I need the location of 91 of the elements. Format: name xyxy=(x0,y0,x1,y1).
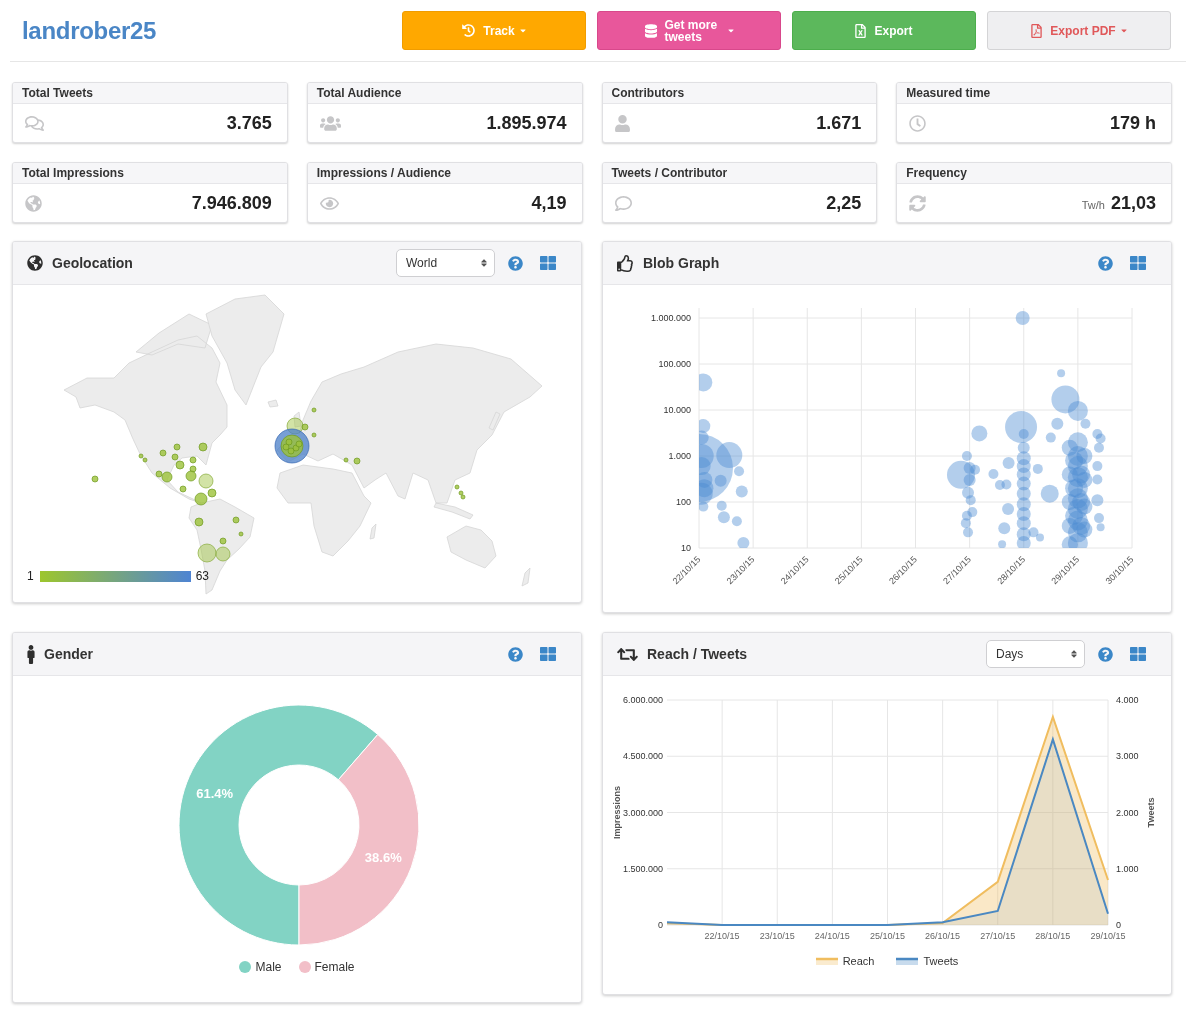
x-axis-label: 22/10/15 xyxy=(704,931,740,941)
thumbs-up-icon xyxy=(617,254,634,272)
pdf-file-icon xyxy=(1031,23,1043,38)
location-bubble xyxy=(91,475,99,483)
stat-label: Impressions / Audience xyxy=(316,165,451,182)
stat-label: Contributors xyxy=(611,85,685,102)
database-icon xyxy=(644,23,657,38)
scale-min-label: 1 xyxy=(27,568,34,585)
panel-title: Reach / Tweets xyxy=(647,644,748,664)
help-icon[interactable] xyxy=(508,255,523,271)
stat-value: 7.946.809 xyxy=(191,191,272,215)
stat-label: Frequency xyxy=(906,165,967,182)
y-axis-label: 0 xyxy=(1116,920,1121,930)
x-axis-label: 24/10/15 xyxy=(814,931,850,941)
stat-label: Tweets / Contributor xyxy=(611,165,728,182)
logo-text: landrober25 xyxy=(22,15,157,46)
refresh-icon xyxy=(909,194,927,212)
y-axis-label: 4.500.000 xyxy=(622,751,663,762)
y-axis-label: 10.000 xyxy=(663,405,691,415)
dropdown-select[interactable]: Days xyxy=(986,640,1085,668)
slice-value-label: 61.4% xyxy=(196,786,234,802)
panel-title: Blob Graph xyxy=(643,253,720,273)
x-axis-label: 26/10/15 xyxy=(925,931,961,941)
y-axis-label: 2.000 xyxy=(1116,807,1139,818)
slice-value-label: 38.6% xyxy=(364,849,402,865)
legend-label[interactable]: Tweets xyxy=(923,952,959,970)
eye-icon xyxy=(319,194,339,212)
y-axis-label: 6.000.000 xyxy=(622,695,663,705)
stat-label: Total Impressions xyxy=(22,165,124,182)
y-axis-label: 100.000 xyxy=(658,359,691,369)
x-axis-label: 27/10/15 xyxy=(980,931,1016,941)
y-axis-label: 100 xyxy=(675,497,691,507)
panel-title: Gender xyxy=(44,644,93,664)
stat-value: 179 h xyxy=(1109,111,1156,135)
legend-label[interactable]: Male xyxy=(255,958,282,976)
y-axis-label: 0 xyxy=(658,920,663,930)
location-bubble xyxy=(179,485,187,493)
x-axis-label: 29/10/15 xyxy=(1090,931,1126,941)
dropdown-select[interactable]: World xyxy=(396,249,495,277)
stat-value: 3.765 xyxy=(226,111,272,135)
stat-value: 4,19 xyxy=(531,191,567,215)
globe-icon xyxy=(25,194,42,212)
user-icon xyxy=(614,114,630,132)
stat-value: 1.895.974 xyxy=(486,111,567,135)
y-axis-label: 1.000 xyxy=(1116,863,1139,874)
stat-value: 1.671 xyxy=(816,111,862,135)
location-bubble xyxy=(311,407,317,413)
location-bubble xyxy=(197,543,217,563)
y-axis-title: Tweets xyxy=(1146,797,1156,828)
help-icon[interactable] xyxy=(508,646,523,662)
sort-arrows-icon xyxy=(481,258,487,268)
comments-icon xyxy=(25,114,44,132)
retweet-icon xyxy=(617,645,638,663)
users-icon xyxy=(319,114,341,132)
clock-icon xyxy=(909,114,927,132)
x-axis-label: 28/10/15 xyxy=(1035,931,1071,941)
location-bubble xyxy=(194,492,208,506)
location-bubble xyxy=(194,517,204,527)
comment-icon xyxy=(614,194,632,212)
grid-icon[interactable] xyxy=(540,646,556,662)
stat-value: 21,03 xyxy=(1110,191,1156,215)
stat-label: Total Audience xyxy=(316,85,402,102)
grid-icon[interactable] xyxy=(1130,646,1146,662)
legend-label[interactable]: Female xyxy=(314,958,355,976)
stat-value: 2,25 xyxy=(826,191,862,215)
sort-arrows-icon xyxy=(1071,649,1077,659)
y-axis-label: 10 xyxy=(681,543,691,553)
y-axis-title: Impressions xyxy=(612,786,622,839)
grid-icon[interactable] xyxy=(1130,255,1146,271)
stat-label: Total Tweets xyxy=(22,85,93,102)
scale-max-label: 63 xyxy=(195,568,210,585)
spreadsheet-file-icon xyxy=(855,23,867,38)
stat-label: Measured time xyxy=(906,85,991,102)
y-axis-label: 3.000.000 xyxy=(622,807,663,818)
y-axis-label: 4.000 xyxy=(1116,695,1139,705)
globe-icon xyxy=(27,255,43,271)
panel-title: Geolocation xyxy=(52,253,133,273)
y-axis-label: 1.500.000 xyxy=(622,863,663,874)
legend-label[interactable]: Reach xyxy=(842,952,875,970)
help-icon[interactable] xyxy=(1098,646,1113,662)
x-axis-label: 25/10/15 xyxy=(870,931,905,941)
grid-icon[interactable] xyxy=(540,255,556,271)
person-icon xyxy=(27,644,35,664)
help-icon[interactable] xyxy=(1098,255,1113,271)
stat-unit: Tw/h xyxy=(1081,197,1105,213)
y-axis-label: 1.000 xyxy=(668,451,691,461)
y-axis-label: 1.000.000 xyxy=(650,313,691,323)
y-axis-label: 3.000 xyxy=(1116,751,1139,762)
history-icon xyxy=(462,24,476,37)
location-bubble xyxy=(238,531,244,537)
x-axis-label: 23/10/15 xyxy=(759,931,795,941)
